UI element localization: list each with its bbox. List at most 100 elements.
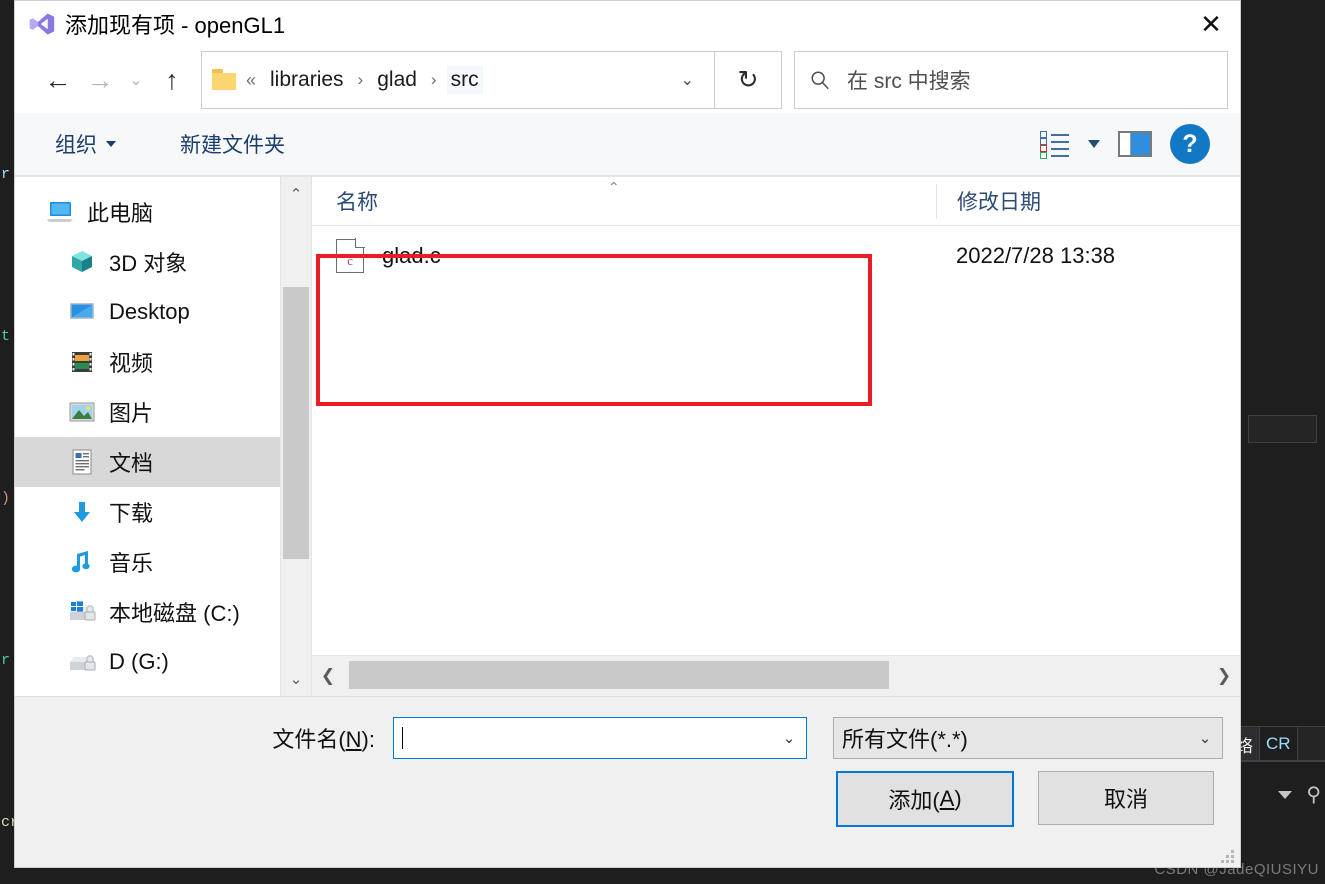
- file-list[interactable]: c glad.c 2022/7/28 13:38: [312, 226, 1240, 655]
- sidebar-item-label: 音乐: [109, 551, 154, 576]
- sidebar-item-label: 3D 对象: [109, 251, 188, 276]
- filename-label-prefix: 文件名(: [272, 727, 346, 752]
- sidebar-item-videos[interactable]: 视频: [15, 337, 311, 387]
- add-button[interactable]: 添加(A): [836, 771, 1014, 827]
- view-options-icon[interactable]: [1040, 131, 1070, 159]
- filename-label-key: N: [345, 727, 362, 752]
- sidebar-item-label: 文档: [109, 451, 154, 476]
- dialog-title: 添加现有项 - openGL1: [65, 13, 286, 38]
- scrollbar-thumb[interactable]: [283, 287, 309, 559]
- chevron-down-icon[interactable]: ⌄: [1188, 718, 1222, 758]
- pin-icon[interactable]: ⚲: [1306, 785, 1321, 805]
- sidebar-item-local-disk-c[interactable]: 本地磁盘 (C:): [15, 587, 311, 637]
- pictures-icon: [67, 398, 97, 426]
- address-bar[interactable]: « libraries › glad › src ⌄: [201, 51, 715, 109]
- column-header-name[interactable]: 名称: [312, 186, 936, 216]
- ide-panel-tools[interactable]: ⚲: [1241, 778, 1321, 812]
- sidebar-item-music[interactable]: 音乐: [15, 537, 311, 587]
- breadcrumb-item-src[interactable]: src: [446, 66, 483, 94]
- ide-tab-1[interactable]: CR: [1260, 727, 1298, 761]
- filename-label: 文件名(N):: [15, 722, 393, 754]
- search-box[interactable]: 在 src 中搜索: [794, 51, 1228, 109]
- file-list-horizontal-scrollbar[interactable]: ❮ ❯: [312, 655, 1240, 696]
- scroll-left-icon[interactable]: ❮: [312, 666, 344, 686]
- chevron-down-icon[interactable]: ⌄: [772, 718, 806, 758]
- sidebar-item-label: D (G:): [109, 649, 169, 674]
- documents-icon: [67, 448, 97, 476]
- sidebar-item-label: 视频: [109, 351, 154, 376]
- file-icon-badge: c: [347, 253, 353, 268]
- chevron-down-icon: [106, 141, 116, 147]
- sidebar-item-label: 图片: [109, 401, 154, 426]
- breadcrumb-separator[interactable]: ›: [431, 70, 437, 90]
- new-folder-label: 新建文件夹: [180, 134, 285, 157]
- sidebar-list: 此电脑 3D 对象 Desktop 视频 图片 文档 下载 音乐 本地磁盘 (C…: [15, 177, 311, 696]
- sort-indicator-icon: ⌃: [608, 179, 620, 195]
- resize-grip[interactable]: [1220, 849, 1234, 863]
- file-date-cell: 2022/7/28 13:38: [956, 243, 1116, 268]
- breadcrumb-overflow[interactable]: «: [246, 70, 256, 91]
- hscroll-track[interactable]: [344, 656, 1208, 696]
- sidebar-item-desktop[interactable]: Desktop: [15, 287, 311, 337]
- sidebar-item-pictures[interactable]: 图片: [15, 387, 311, 437]
- this-pc-icon: [45, 198, 75, 226]
- column-header-date[interactable]: 修改日期: [936, 184, 1240, 218]
- close-icon[interactable]: ✕: [1182, 1, 1240, 47]
- chevron-down-icon[interactable]: ⌄: [667, 70, 708, 90]
- scroll-up-icon[interactable]: ⌃: [281, 177, 311, 211]
- help-button[interactable]: ?: [1170, 124, 1210, 164]
- music-icon: [67, 548, 97, 576]
- ide-tab-bar[interactable]: 络 CR: [1230, 726, 1325, 762]
- sidebar-scrollbar[interactable]: ⌃ ⌄: [280, 177, 311, 696]
- sidebar-item-this-pc[interactable]: 此电脑: [15, 187, 311, 237]
- filename-label-suffix: ):: [361, 727, 375, 752]
- ide-divider: [1240, 760, 1325, 761]
- sidebar-item-drive-h[interactable]: 文件 (H:): [15, 687, 311, 696]
- sidebar-item-downloads[interactable]: 下载: [15, 487, 311, 537]
- ide-panel-box: [1248, 415, 1317, 443]
- breadcrumb-item-glad[interactable]: glad: [373, 66, 421, 94]
- add-button-prefix: 添加(: [888, 788, 940, 813]
- file-row[interactable]: c glad.c 2022/7/28 13:38: [312, 226, 1240, 286]
- organize-button[interactable]: 组织: [45, 123, 126, 165]
- breadcrumb-item-libraries[interactable]: libraries: [266, 66, 348, 94]
- dialog-body: 此电脑 3D 对象 Desktop 视频 图片 文档 下载 音乐 本地磁盘 (C…: [15, 176, 1240, 696]
- scroll-down-icon[interactable]: ⌄: [281, 662, 311, 696]
- dialog-title-bar: 添加现有项 - openGL1 ✕: [15, 1, 1240, 47]
- view-options-caret-icon[interactable]: [1088, 140, 1100, 148]
- column-header-row: 名称 修改日期 ⌃: [312, 177, 1240, 226]
- hscroll-thumb[interactable]: [349, 661, 889, 689]
- desktop-icon: [67, 298, 97, 326]
- search-icon: [811, 71, 829, 90]
- search-input[interactable]: 在 src 中搜索: [847, 65, 971, 95]
- back-button[interactable]: ←: [37, 58, 79, 102]
- navigation-sidebar: 此电脑 3D 对象 Desktop 视频 图片 文档 下载 音乐 本地磁盘 (C…: [15, 177, 312, 696]
- recent-locations-button[interactable]: ⌄: [121, 58, 151, 102]
- local-disk-icon: [67, 598, 97, 626]
- sidebar-item-label: 此电脑: [87, 201, 154, 226]
- preview-pane-icon[interactable]: [1118, 131, 1152, 157]
- chevron-down-icon[interactable]: [1278, 791, 1293, 799]
- file-type-select[interactable]: 所有文件(*.*) ⌄: [833, 717, 1223, 759]
- scroll-right-icon[interactable]: ❯: [1208, 666, 1240, 686]
- dialog-footer: 文件名(N): ⌄ 所有文件(*.*) ⌄ 添加(A) 取消: [15, 696, 1240, 867]
- forward-button[interactable]: →: [79, 58, 121, 102]
- refresh-button[interactable]: ↻: [715, 51, 782, 109]
- cancel-button[interactable]: 取消: [1038, 771, 1214, 825]
- sidebar-item-3d-objects[interactable]: 3D 对象: [15, 237, 311, 287]
- videos-icon: [67, 348, 97, 376]
- dialog-button-row: 添加(A) 取消: [836, 771, 1214, 827]
- breadcrumb-separator[interactable]: ›: [358, 70, 364, 90]
- command-bar: 组织 新建文件夹 ?: [15, 113, 1240, 176]
- navigation-bar: ← → ⌄ ↑ « libraries › glad › src ⌄ ↻ 在 s…: [15, 47, 1240, 113]
- file-name-cell[interactable]: c glad.c: [312, 238, 936, 273]
- text-cursor: [402, 727, 403, 749]
- filename-row: 文件名(N): ⌄ 所有文件(*.*) ⌄: [15, 717, 1240, 759]
- sidebar-item-drive-g[interactable]: D (G:): [15, 637, 311, 687]
- sidebar-item-documents[interactable]: 文档: [15, 437, 311, 487]
- c-source-file-icon: c: [336, 238, 365, 273]
- downloads-icon: [67, 498, 97, 526]
- up-button[interactable]: ↑: [151, 58, 193, 102]
- new-folder-button[interactable]: 新建文件夹: [170, 123, 295, 165]
- filename-input[interactable]: ⌄: [393, 717, 807, 759]
